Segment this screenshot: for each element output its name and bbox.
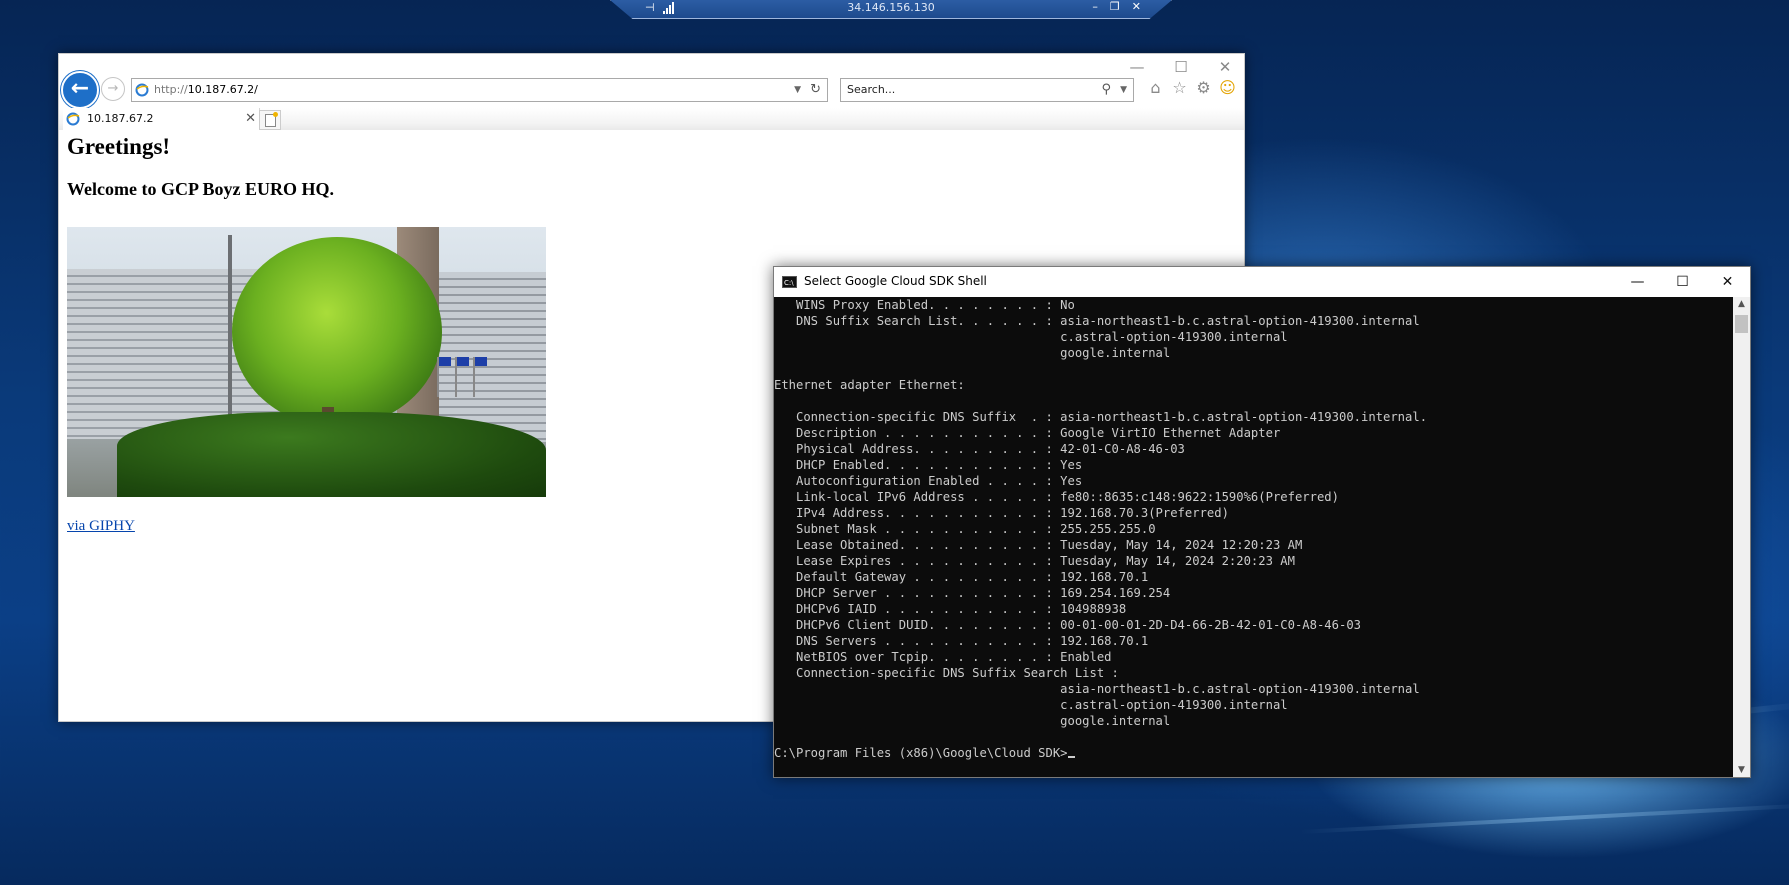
tab-close-icon[interactable]: ✕ (245, 108, 256, 130)
console-line: Connection-specific DNS Suffix Search Li… (774, 666, 1119, 680)
refresh-icon[interactable]: ↻ (810, 79, 821, 101)
console-scrollbar[interactable]: ▲ ▼ (1733, 297, 1750, 777)
address-bar[interactable]: http://10.187.67.2/ ▼ ↻ (131, 78, 828, 102)
console-line: Lease Expires . . . . . . . . . . : Tues… (774, 554, 1295, 568)
rdp-minimize-button[interactable]: – (1092, 0, 1098, 13)
tab-current[interactable]: 10.187.67.2 ✕ (63, 108, 260, 130)
url-scheme: http:// (154, 83, 188, 96)
feedback-smiley-icon[interactable]: ☺ (1218, 78, 1237, 98)
console-line: Autoconfiguration Enabled . . . . : Yes (774, 474, 1083, 488)
scroll-down-icon[interactable]: ▼ (1733, 765, 1750, 775)
back-arrow-icon: ← (70, 76, 90, 101)
search-icon[interactable]: ⚲ (1101, 79, 1111, 101)
console-line: google.internal (774, 714, 1171, 728)
address-dropdown-icon[interactable]: ▼ (794, 79, 801, 101)
console-line: Subnet Mask . . . . . . . . . . . : 255.… (774, 522, 1156, 536)
console-line: Lease Obtained. . . . . . . . . . : Tues… (774, 538, 1303, 552)
remote-host-label: 34.146.156.130 (847, 1, 935, 14)
console-line: NetBIOS over Tcpip. . . . . . . . : Enab… (774, 650, 1112, 664)
console-line: Ethernet adapter Ethernet: (774, 378, 965, 392)
ie-page-icon (135, 83, 149, 97)
navigation-bar: ← → http://10.187.67.2/ ▼ ↻ Search... ⚲ … (59, 68, 1244, 109)
console-line: IPv4 Address. . . . . . . . . . . : 192.… (774, 506, 1229, 520)
console-line: Link-local IPv6 Address . . . . . : fe80… (774, 490, 1339, 504)
home-icon[interactable]: ⌂ (1146, 78, 1165, 98)
console-line: Connection-specific DNS Suffix . : asia-… (774, 410, 1428, 424)
ie-page-icon (66, 112, 80, 126)
console-line: DNS Suffix Search List. . . . . . : asia… (774, 314, 1420, 328)
page-heading: Greetings! (67, 134, 171, 159)
back-button[interactable]: ← (61, 71, 99, 109)
remote-desktop-bar: ⊣ 34.146.156.130 – ❐ ✕ (610, 0, 1172, 19)
tab-title: 10.187.67.2 (87, 112, 154, 125)
console-line: DHCPv6 IAID . . . . . . . . . . . : 1049… (774, 602, 1127, 616)
console-line: DHCPv6 Client DUID. . . . . . . . : 00-0… (774, 618, 1361, 632)
text-cursor (1067, 756, 1075, 758)
page-subheading: Welcome to GCP Boyz EURO HQ. (67, 179, 334, 199)
console-line: c.astral-option-419300.internal (774, 330, 1288, 344)
console-line: WINS Proxy Enabled. . . . . . . . : No (774, 298, 1075, 312)
tab-strip: 10.187.67.2 ✕ (59, 108, 1244, 130)
console-line: Default Gateway . . . . . . . . . : 192.… (774, 570, 1149, 584)
scroll-thumb[interactable] (1735, 315, 1748, 333)
shell-maximize-button[interactable]: ☐ (1660, 267, 1705, 297)
console-line: DNS Servers . . . . . . . . . . . : 192.… (774, 634, 1149, 648)
settings-gear-icon[interactable]: ⚙ (1194, 78, 1213, 98)
console-line: DHCP Enabled. . . . . . . . . . . : Yes (774, 458, 1083, 472)
shell-minimize-button[interactable]: — (1615, 267, 1660, 297)
new-tab-button[interactable] (259, 110, 281, 130)
shell-title: Select Google Cloud SDK Shell (804, 274, 987, 288)
console-line: asia-northeast1-b.c.astral-option-419300… (774, 682, 1420, 696)
rdp-close-button[interactable]: ✕ (1132, 0, 1141, 13)
rdp-restore-button[interactable]: ❐ (1110, 0, 1120, 13)
shell-title-bar[interactable]: C:\ Select Google Cloud SDK Shell — ☐ ✕ (774, 267, 1750, 297)
console-line: google.internal (774, 346, 1171, 360)
forward-button[interactable]: → (101, 77, 125, 101)
scroll-up-icon[interactable]: ▲ (1733, 299, 1750, 309)
url-host: 10.187.67.2/ (187, 83, 258, 96)
command-prompt-icon: C:\ (782, 276, 797, 288)
console-prompt-line[interactable]: C:\Program Files (x86)\Google\Cloud SDK> (774, 745, 1732, 761)
desktop-light-beam (1299, 802, 1789, 834)
console-line: Description . . . . . . . . . . . : Goog… (774, 426, 1281, 440)
giphy-link[interactable]: via GIPHY (67, 518, 135, 535)
search-dropdown-icon[interactable]: ▼ (1120, 79, 1127, 101)
console-prompt: C:\Program Files (x86)\Google\Cloud SDK> (774, 746, 1068, 760)
cloud-sdk-shell-window: C:\ Select Google Cloud SDK Shell — ☐ ✕ … (773, 266, 1751, 778)
console-line: DHCP Server . . . . . . . . . . . : 169.… (774, 586, 1171, 600)
favorites-star-icon[interactable]: ☆ (1170, 78, 1189, 98)
animated-gif-image (67, 227, 546, 497)
search-input[interactable]: Search... ⚲ ▼ (840, 78, 1134, 102)
console-line: Physical Address. . . . . . . . . : 42-0… (774, 442, 1185, 456)
console-line: c.astral-option-419300.internal (774, 698, 1288, 712)
search-placeholder: Search... (847, 83, 896, 96)
forward-arrow-icon: → (107, 81, 119, 96)
console-output[interactable]: WINS Proxy Enabled. . . . . . . . : No D… (774, 297, 1732, 777)
shell-close-button[interactable]: ✕ (1705, 267, 1750, 297)
